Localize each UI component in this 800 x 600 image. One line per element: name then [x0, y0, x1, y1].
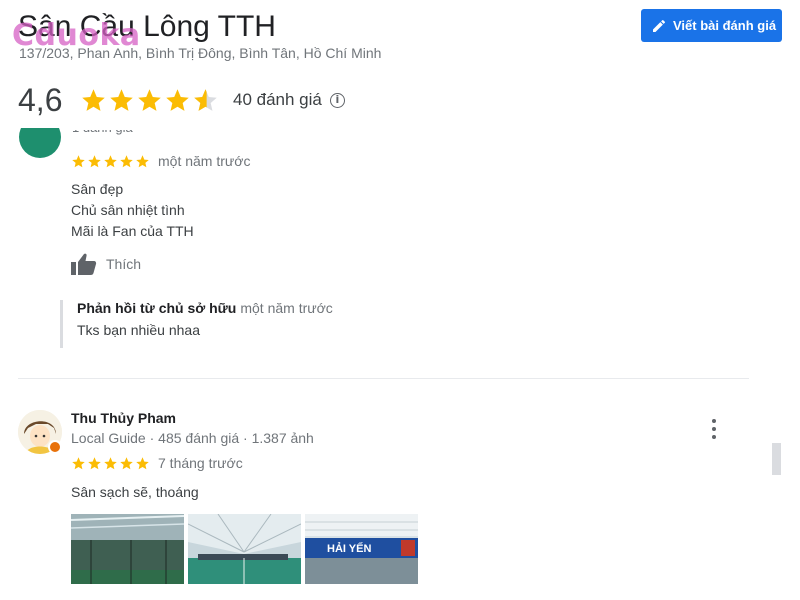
reviewer-name[interactable]: Thu Thủy Pham	[71, 410, 176, 426]
star-icon	[104, 456, 117, 469]
write-review-button[interactable]: Viết bài đánh giá	[641, 9, 782, 42]
rating-value: 4,6	[18, 81, 63, 118]
review-text: Sân đẹp Chủ sân nhiệt tình Mãi là Fan củ…	[71, 179, 194, 242]
owner-reply-title: Phản hồi từ chủ sở hữu	[77, 300, 237, 316]
reviewer-meta: Local Guide · 485 đánh giá · 1.387 ảnh	[71, 430, 314, 446]
star-icon	[166, 88, 189, 111]
write-review-label: Viết bài đánh giá	[673, 18, 777, 33]
court-photo-image: HẢI YẾN	[305, 514, 418, 584]
reviewer-meta: 1 đánh giá	[72, 120, 133, 135]
scrollbar[interactable]	[772, 443, 781, 475]
owner-reply-header: Phản hồi từ chủ sở hữu một năm trước	[77, 300, 333, 316]
star-icon	[88, 154, 101, 167]
star-icon	[120, 154, 133, 167]
owner-reply: Phản hồi từ chủ sở hữu một năm trước Tks …	[60, 300, 333, 348]
review-line: Chủ sân nhiệt tình	[71, 202, 185, 218]
review-rating: 7 tháng trước	[71, 455, 243, 471]
review-photo[interactable]	[188, 514, 301, 584]
star-icon	[104, 154, 117, 167]
star-icon	[136, 154, 149, 167]
court-photo-image	[188, 514, 301, 584]
star-icon	[138, 88, 161, 111]
review-stars	[71, 456, 150, 471]
rating-summary: 4,6 40 đánh giá i	[18, 80, 345, 120]
star-icon	[72, 456, 85, 469]
divider	[18, 378, 749, 379]
review-photo[interactable]	[71, 514, 184, 584]
review-line: Mãi là Fan của TTH	[71, 223, 194, 239]
like-label: Thích	[106, 256, 142, 272]
local-guide-badge	[48, 440, 62, 454]
review-rating: một năm trước	[71, 153, 250, 169]
star-icon	[136, 456, 149, 469]
star-icon	[110, 88, 133, 111]
photo-banner-text: HẢI YẾN	[327, 542, 371, 555]
star-icon	[120, 456, 133, 469]
owner-reply-text: Tks bạn nhiều nhaa	[77, 322, 200, 338]
star-icon	[72, 154, 85, 167]
more-vert-icon[interactable]	[708, 419, 720, 439]
rating-stars	[80, 87, 219, 114]
review-text: Sân sạch sẽ, thoáng	[71, 484, 199, 500]
pencil-icon	[653, 19, 666, 32]
review-line: Sân đẹp	[71, 181, 124, 197]
half-star-icon	[194, 88, 217, 111]
court-photo-image	[71, 514, 184, 584]
review-time: một năm trước	[158, 153, 251, 169]
info-icon[interactable]: i	[329, 92, 345, 108]
review-time: 7 tháng trước	[158, 455, 243, 471]
watermark: Cduoka	[12, 18, 141, 53]
review-photo[interactable]: HẢI YẾN	[305, 514, 418, 584]
like-button[interactable]: Thích	[71, 252, 141, 276]
thumb-up-icon	[71, 253, 97, 275]
star-icon	[88, 456, 101, 469]
review-stars	[71, 154, 150, 169]
owner-reply-time: một năm trước	[240, 300, 333, 316]
star-icon	[82, 88, 105, 111]
review-count[interactable]: 40 đánh giá	[233, 90, 322, 110]
avatar[interactable]	[19, 128, 61, 158]
